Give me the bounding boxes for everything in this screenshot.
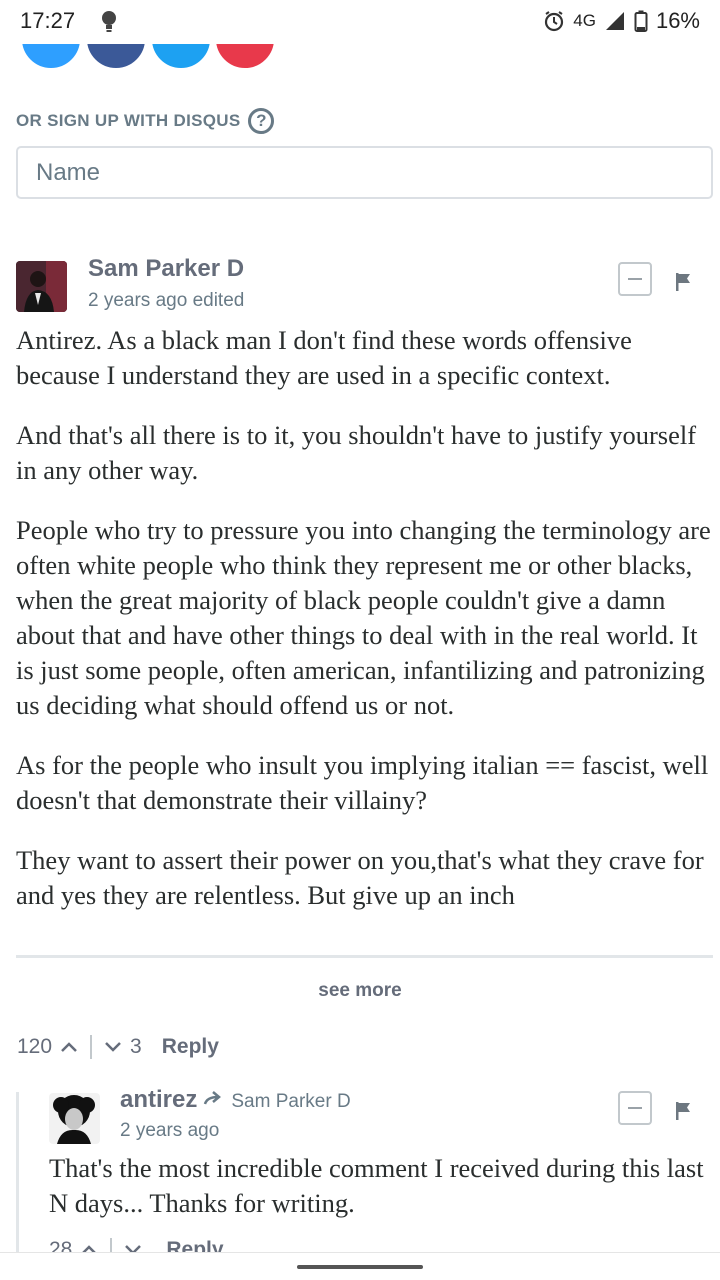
reply-header: antirez Sam Parker D bbox=[120, 1086, 351, 1114]
minus-icon bbox=[628, 278, 642, 280]
comment-meta[interactable]: 2 years ago edited bbox=[88, 290, 244, 312]
reply-collapse-button[interactable] bbox=[618, 1091, 652, 1125]
vote-separator bbox=[90, 1035, 93, 1059]
minus-icon bbox=[628, 1107, 642, 1109]
alarm-icon bbox=[545, 11, 564, 32]
battery-level-overlay: 16% bbox=[655, 8, 700, 33]
reply-reply-button[interactable]: Reply bbox=[166, 1238, 223, 1252]
signal-icon bbox=[605, 12, 624, 30]
comment-paragraph: As for the people who insult you implyin… bbox=[16, 750, 709, 815]
comment-paragraph: People who try to pressure you into chan… bbox=[16, 515, 711, 720]
downvote-count: 3 bbox=[130, 1035, 142, 1058]
in-reply-to[interactable]: Sam Parker D bbox=[231, 1091, 350, 1113]
vote-separator bbox=[110, 1238, 113, 1252]
network-type-overlay: 4G bbox=[573, 11, 596, 30]
reply-arrow-icon bbox=[204, 1091, 222, 1105]
signup-with-disqus: OR SIGN UP WITH DISQUS ? bbox=[16, 108, 275, 134]
collapse-button[interactable] bbox=[618, 262, 652, 296]
reply-body: That's the most incredible comment I rec… bbox=[49, 1153, 704, 1218]
downvote-icon[interactable] bbox=[104, 1041, 122, 1053]
reply-avatar-image bbox=[49, 1093, 100, 1144]
flag-icon[interactable] bbox=[675, 272, 693, 292]
comment-paragraph: And that's all there is to it, you shoul… bbox=[16, 420, 697, 485]
reply-upvote-count: 28 bbox=[49, 1238, 73, 1252]
status-time-overlay: 17:27 bbox=[20, 8, 76, 33]
battery-icon bbox=[634, 10, 648, 32]
upvote-icon[interactable] bbox=[80, 1244, 98, 1252]
downvote-icon[interactable] bbox=[124, 1244, 142, 1252]
comment-footer: 120 3 Reply bbox=[17, 1035, 219, 1059]
comment-body: Antirez. As a black man I don't find the… bbox=[16, 323, 716, 953]
avatar[interactable] bbox=[16, 261, 67, 312]
upvote-count: 120 bbox=[17, 1035, 53, 1058]
reply-meta[interactable]: 2 years ago bbox=[120, 1120, 219, 1142]
reply-flag-icon[interactable] bbox=[675, 1101, 693, 1121]
comment-paragraph: They want to assert their power on you,t… bbox=[16, 845, 704, 910]
reply-footer: 28 Reply bbox=[49, 1238, 224, 1252]
signup-label: OR SIGN UP WITH DISQUS bbox=[16, 111, 241, 130]
thread-line bbox=[16, 1092, 19, 1252]
reply-button[interactable]: Reply bbox=[162, 1035, 219, 1059]
reply-avatar[interactable] bbox=[49, 1093, 100, 1144]
truncation-divider bbox=[16, 955, 713, 958]
upvote-icon[interactable] bbox=[60, 1041, 78, 1053]
name-input[interactable] bbox=[16, 146, 713, 199]
comment-author[interactable]: Sam Parker D bbox=[88, 255, 244, 283]
gesture-handle[interactable] bbox=[297, 1265, 423, 1269]
lightbulb-icon bbox=[102, 11, 116, 32]
see-more-link[interactable]: see more bbox=[0, 980, 720, 1002]
avatar-image bbox=[16, 261, 67, 312]
help-icon[interactable]: ? bbox=[248, 108, 275, 134]
comment-paragraph: Antirez. As a black man I don't find the… bbox=[16, 325, 632, 390]
reply-author[interactable]: antirez bbox=[120, 1086, 197, 1114]
